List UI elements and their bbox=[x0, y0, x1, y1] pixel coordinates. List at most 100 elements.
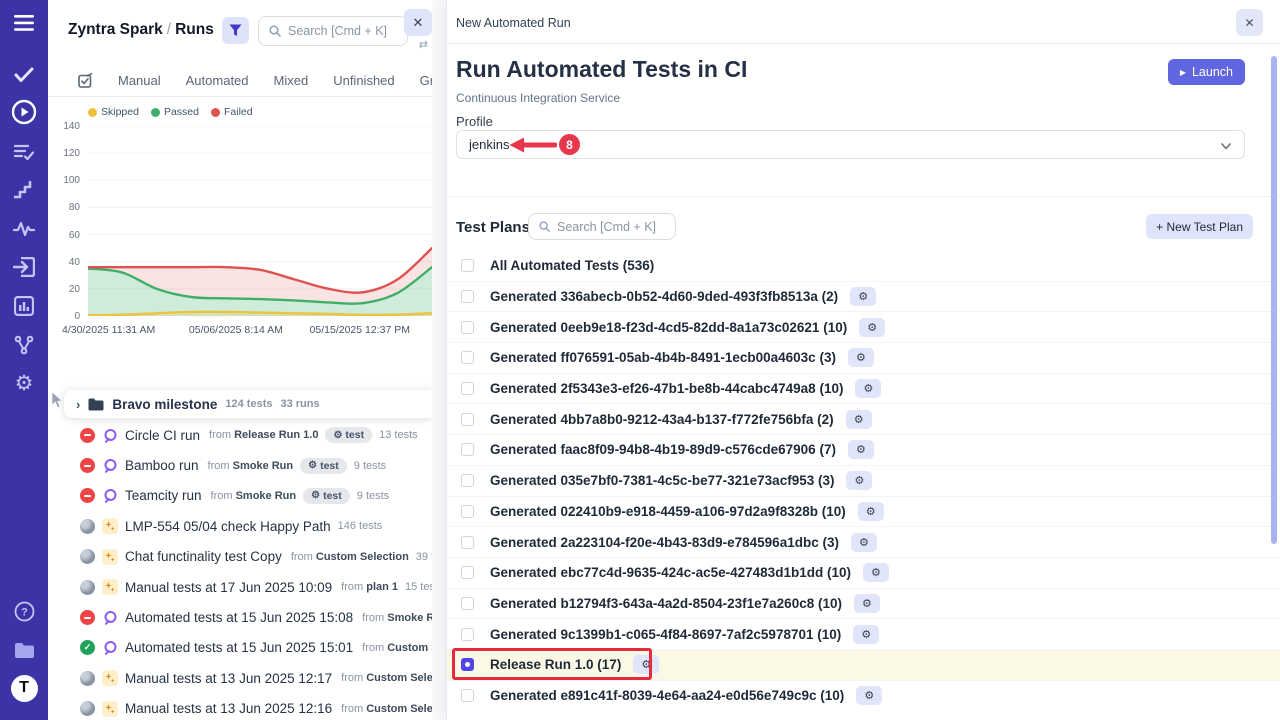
test-plan-row[interactable]: Generated 2a223104-f20e-4b43-83d9-e78459… bbox=[447, 526, 1280, 557]
gear-icon: ⚙ bbox=[308, 460, 317, 471]
checkbox[interactable] bbox=[461, 628, 474, 641]
legend-item: Skipped bbox=[88, 106, 139, 118]
checkbox[interactable] bbox=[461, 351, 474, 364]
close-panel-button[interactable]: ✕ bbox=[404, 9, 432, 36]
checkbox[interactable] bbox=[461, 413, 474, 426]
chevron-right-icon[interactable]: › bbox=[76, 397, 80, 412]
drawer-close-button[interactable]: ✕ bbox=[1236, 9, 1263, 36]
test-plan-row[interactable]: Generated 2f5343e3-ef26-47b1-be8b-44cabc… bbox=[447, 373, 1280, 404]
plan-settings-button[interactable]: ⚙ bbox=[633, 655, 659, 674]
run-row[interactable]: Manual tests at 13 Jun 2025 12:17 from C… bbox=[48, 663, 432, 693]
test-plan-row[interactable]: Generated 0eeb9e18-f23d-4cd5-82dd-8a1a73… bbox=[447, 311, 1280, 342]
app-logo[interactable]: T bbox=[0, 675, 48, 701]
plan-settings-button[interactable]: ⚙ bbox=[854, 594, 880, 613]
checkbox[interactable] bbox=[461, 505, 474, 518]
plan-settings-button[interactable]: ⚙ bbox=[848, 440, 874, 459]
menu-icon[interactable] bbox=[0, 10, 48, 36]
test-plan-row[interactable]: Generated ebc77c4d-9635-424c-ac5e-427483… bbox=[447, 557, 1280, 588]
tab-automated[interactable]: Automated bbox=[186, 73, 249, 88]
checkbox[interactable] bbox=[461, 689, 474, 702]
tab-manual[interactable]: Manual bbox=[118, 73, 161, 88]
breadcrumb-project[interactable]: Zyntra Spark bbox=[68, 21, 163, 38]
runs-panel-header: Zyntra Spark/Runs Search [Cmd + K] ✕ ⇄ bbox=[48, 0, 432, 62]
select-runs-icon[interactable] bbox=[78, 73, 93, 88]
run-row[interactable]: Chat functinality test Copy from Custom … bbox=[48, 542, 432, 572]
runs-tabs: Manual Automated Mixed Unfinished Groups bbox=[48, 64, 432, 97]
run-test-badge[interactable]: ⚙test bbox=[325, 427, 372, 443]
milestone-row[interactable]: › Bravo milestone 124 tests 33 runs bbox=[64, 390, 432, 418]
import-icon[interactable] bbox=[0, 254, 48, 280]
test-plan-row[interactable]: Generated 336abecb-0b52-4d60-9ded-493f3f… bbox=[447, 281, 1280, 312]
checkbox[interactable] bbox=[461, 382, 474, 395]
pulse-icon[interactable] bbox=[0, 216, 48, 242]
runs-play-icon[interactable] bbox=[0, 99, 48, 125]
run-from: from Smoke Run bbox=[362, 612, 432, 624]
steps-icon[interactable] bbox=[0, 177, 48, 203]
test-plan-row[interactable]: Generated b12794f3-643a-4a2d-8504-23f1e7… bbox=[447, 588, 1280, 619]
run-test-badge[interactable]: ⚙test bbox=[300, 458, 347, 474]
run-row[interactable]: Teamcity run from Smoke Run ⚙test 9 test… bbox=[48, 481, 432, 511]
run-status-icon bbox=[80, 640, 95, 655]
plan-settings-button[interactable]: ⚙ bbox=[848, 348, 874, 367]
plan-settings-button[interactable]: ⚙ bbox=[855, 379, 881, 398]
run-row[interactable]: Automated tests at 15 Jun 2025 15:08 fro… bbox=[48, 602, 432, 632]
analytics-icon[interactable] bbox=[0, 293, 48, 319]
test-plan-label: Generated ebc77c4d-9635-424c-ac5e-427483… bbox=[490, 565, 851, 580]
test-plan-row[interactable]: Generated 9c1399b1-c065-4f84-8697-7af2c5… bbox=[447, 618, 1280, 649]
test-plan-row[interactable]: Generated 035e7bf0-7381-4c5c-be77-321e73… bbox=[447, 465, 1280, 496]
checkbox[interactable] bbox=[461, 321, 474, 334]
tab-unfinished[interactable]: Unfinished bbox=[333, 73, 394, 88]
checkbox[interactable] bbox=[461, 290, 474, 303]
test-plan-row[interactable]: Release Run 1.0 (17) ⚙ bbox=[447, 649, 1280, 680]
plan-settings-button[interactable]: ⚙ bbox=[851, 533, 877, 552]
plan-settings-button[interactable]: ⚙ bbox=[853, 625, 879, 644]
test-plan-row[interactable]: Generated 022410b9-e918-4459-a106-97d2a9… bbox=[447, 496, 1280, 527]
test-plan-row[interactable]: Generated e891c41f-8039-4e64-aa24-e0d56e… bbox=[447, 680, 1280, 711]
plan-settings-button[interactable]: ⚙ bbox=[856, 686, 882, 705]
branches-icon[interactable] bbox=[0, 332, 48, 358]
test-plans-icon[interactable] bbox=[0, 139, 48, 165]
help-icon[interactable]: ? bbox=[0, 598, 48, 624]
checkbox[interactable] bbox=[461, 597, 474, 610]
resize-handle-icon[interactable]: ⇄ bbox=[419, 38, 428, 51]
settings-gear-icon[interactable]: ⚙ bbox=[0, 370, 48, 396]
run-row[interactable]: Automated tests at 15 Jun 2025 15:01 fro… bbox=[48, 633, 432, 663]
checkbox[interactable] bbox=[461, 658, 474, 671]
checkbox[interactable] bbox=[461, 566, 474, 579]
runs-search-input[interactable]: Search [Cmd + K] bbox=[258, 16, 408, 46]
plan-settings-button[interactable]: ⚙ bbox=[846, 471, 872, 490]
run-row[interactable]: Manual tests at 13 Jun 2025 12:16 from C… bbox=[48, 694, 432, 720]
gear-icon: ⚙ bbox=[866, 505, 876, 518]
tests-check-icon[interactable] bbox=[0, 62, 48, 88]
launch-button[interactable]: ▶ Launch bbox=[1168, 59, 1245, 85]
checkbox[interactable] bbox=[461, 443, 474, 456]
run-row[interactable]: Circle CI run from Release Run 1.0 ⚙test… bbox=[48, 420, 432, 450]
test-plans-search-input[interactable]: Search [Cmd + K] bbox=[528, 213, 676, 240]
test-plan-row[interactable]: Generated ff076591-05ab-4b4b-8491-1ecb00… bbox=[447, 342, 1280, 373]
run-row[interactable]: Manual tests at 17 Jun 2025 10:09 from p… bbox=[48, 572, 432, 602]
gear-icon: ⚙ bbox=[862, 597, 872, 610]
chevron-down-icon bbox=[1220, 140, 1232, 152]
tab-groups[interactable]: Groups bbox=[420, 73, 432, 88]
all-automated-tests-row[interactable]: All Automated Tests (536) bbox=[447, 250, 1280, 281]
run-row[interactable]: Bamboo run from Smoke Run ⚙test 9 tests bbox=[48, 450, 432, 480]
test-plan-row[interactable]: Generated 4bb7a8b0-9212-43a4-b137-f772fe… bbox=[447, 403, 1280, 434]
new-test-plan-button[interactable]: + New Test Plan bbox=[1146, 214, 1253, 239]
checkbox[interactable] bbox=[461, 474, 474, 487]
plan-settings-button[interactable]: ⚙ bbox=[859, 318, 885, 337]
manual-run-icon bbox=[102, 670, 118, 686]
chart-legend: Skipped Passed Failed bbox=[88, 106, 253, 118]
drawer-scrollbar[interactable] bbox=[1271, 56, 1277, 544]
plan-settings-button[interactable]: ⚙ bbox=[846, 410, 872, 429]
test-plan-row[interactable]: Generated faac8f09-94b8-4b19-89d9-c576cd… bbox=[447, 434, 1280, 465]
filter-button[interactable] bbox=[222, 17, 249, 44]
run-row[interactable]: LMP-554 05/04 check Happy Path ⚙ 146 tes… bbox=[48, 511, 432, 541]
plan-settings-button[interactable]: ⚙ bbox=[858, 502, 884, 521]
run-test-badge[interactable]: ⚙test bbox=[303, 488, 350, 504]
tab-mixed[interactable]: Mixed bbox=[274, 73, 309, 88]
plan-settings-button[interactable]: ⚙ bbox=[850, 287, 876, 306]
checkbox[interactable] bbox=[461, 259, 474, 272]
checkbox[interactable] bbox=[461, 536, 474, 549]
plan-settings-button[interactable]: ⚙ bbox=[863, 563, 889, 582]
projects-folder-icon[interactable] bbox=[0, 637, 48, 663]
